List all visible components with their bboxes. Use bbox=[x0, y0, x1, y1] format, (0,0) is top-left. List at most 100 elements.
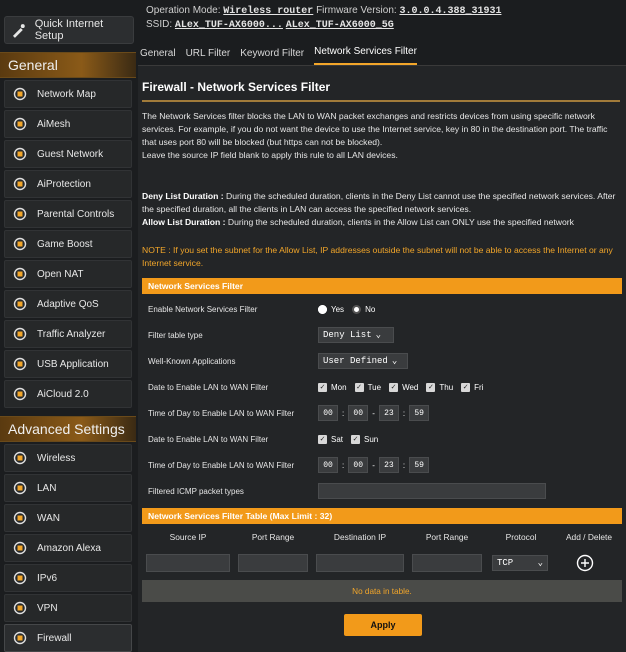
checkbox-fri[interactable]: ✓ bbox=[461, 382, 471, 392]
sidebar-item-label: Parental Controls bbox=[37, 208, 115, 220]
sidebar-item-label: IPv6 bbox=[37, 572, 58, 584]
tab-network-services-filter[interactable]: Network Services Filter bbox=[314, 46, 417, 65]
apps-select[interactable]: User Defined ⌄ bbox=[318, 353, 408, 369]
weekday-date-label: Date to Enable LAN to WAN Filter bbox=[148, 382, 269, 392]
sidebar-item-label: Guest Network bbox=[37, 148, 104, 160]
icmp-label: Filtered ICMP packet types bbox=[148, 486, 244, 496]
firmware-link[interactable]: 3.0.0.4.388_31931 bbox=[399, 6, 501, 17]
quick-internet-setup-button[interactable]: Quick Internet Setup bbox=[4, 16, 134, 44]
wireless-icon bbox=[13, 451, 27, 465]
tab-url-filter[interactable]: URL Filter bbox=[186, 48, 231, 65]
enable-filter-label: Enable Network Services Filter bbox=[148, 304, 258, 314]
usb-app-icon bbox=[13, 357, 27, 371]
sidebar-item-ipv6[interactable]: IPv6 bbox=[4, 564, 132, 592]
weekend-start-minute-input[interactable]: 00 bbox=[348, 457, 369, 473]
allow-duration-label: Allow List Duration : bbox=[142, 217, 226, 227]
sidebar-item-label: Game Boost bbox=[37, 238, 93, 250]
sidebar-item-adaptive-qos[interactable]: Adaptive QoS bbox=[4, 290, 132, 318]
weekday-end-hour-input[interactable]: 23 bbox=[378, 405, 399, 421]
time-colon: : bbox=[402, 460, 406, 470]
filter-type-label: Filter table type bbox=[148, 330, 203, 340]
weekend-end-minute-input[interactable]: 59 bbox=[409, 457, 430, 473]
icmp-input[interactable] bbox=[318, 483, 546, 499]
sidebar-item-network-map[interactable]: Network Map bbox=[4, 80, 132, 108]
title-divider bbox=[142, 100, 620, 102]
sidebar-item-wireless[interactable]: Wireless bbox=[4, 444, 132, 472]
sidebar-item-aiprotection[interactable]: AiProtection bbox=[4, 170, 132, 198]
sidebar-item-parental-controls[interactable]: Parental Controls bbox=[4, 200, 132, 228]
protocol-select[interactable]: TCP ⌄ bbox=[492, 555, 548, 571]
weekend-start-hour-input[interactable]: 00 bbox=[318, 457, 338, 473]
sidebar-item-traffic-analyzer[interactable]: Traffic Analyzer bbox=[4, 320, 132, 348]
enable-no-label: No bbox=[365, 304, 376, 314]
destination-ip-input[interactable] bbox=[316, 554, 404, 572]
network-map-icon bbox=[13, 87, 27, 101]
time-colon: : bbox=[342, 408, 345, 418]
checkbox-tue[interactable]: ✓ bbox=[354, 382, 364, 392]
checkbox-thu[interactable]: ✓ bbox=[426, 382, 436, 392]
source-port-input[interactable] bbox=[238, 554, 308, 572]
sidebar-item-wan[interactable]: WAN bbox=[4, 504, 132, 532]
ssid-5g-link[interactable]: ALex_TUF-AX6000_5G bbox=[286, 20, 394, 31]
operation-mode-link[interactable]: Wireless router bbox=[223, 6, 313, 17]
weekday-time-label: Time of Day to Enable LAN to WAN Filter bbox=[148, 408, 295, 418]
apply-button[interactable]: Apply bbox=[344, 614, 422, 636]
checkbox-sun[interactable]: ✓ bbox=[351, 434, 361, 444]
table-input-row: TCP ⌄ bbox=[142, 550, 622, 576]
enable-yes-radio[interactable] bbox=[318, 304, 327, 314]
sidebar-item-vpn[interactable]: VPN bbox=[4, 594, 132, 622]
weekday-end-minute-input[interactable]: 59 bbox=[409, 405, 430, 421]
add-rule-icon[interactable] bbox=[576, 554, 594, 572]
enable-yes-label: Yes bbox=[331, 304, 345, 314]
deny-duration-label: Deny List Duration : bbox=[142, 191, 224, 201]
sidebar-item-guest-network[interactable]: Guest Network bbox=[4, 140, 132, 168]
enable-filter-row: Enable Network Services Filter Yes No bbox=[142, 296, 622, 322]
weekend-end-hour-input[interactable]: 23 bbox=[378, 457, 399, 473]
filter-type-select[interactable]: Deny List ⌄ bbox=[318, 327, 394, 343]
nat-icon bbox=[13, 267, 27, 281]
day-label: Tue bbox=[367, 382, 382, 392]
sidebar-item-label: LAN bbox=[37, 482, 57, 494]
chevron-down-icon: ⌄ bbox=[375, 330, 382, 340]
firmware-label: Firmware Version: bbox=[316, 5, 397, 16]
allow-duration-text: During the scheduled duration, clients i… bbox=[225, 217, 574, 227]
tab-keyword-filter[interactable]: Keyword Filter bbox=[240, 48, 304, 65]
main-panel: General URL Filter Keyword Filter Networ… bbox=[138, 42, 626, 652]
table-section-header: Network Services Filter Table (Max Limit… bbox=[142, 508, 622, 524]
qos-icon bbox=[13, 297, 27, 311]
duration-description: Deny List Duration : During the schedule… bbox=[142, 190, 622, 229]
sidebar-item-amazon-alexa[interactable]: Amazon Alexa bbox=[4, 534, 132, 562]
tab-general[interactable]: General bbox=[140, 48, 176, 65]
ssid-24-link[interactable]: ALex_TUF-AX6000... bbox=[175, 20, 283, 31]
checkbox-sat[interactable]: ✓ bbox=[318, 434, 327, 444]
top-header: Quick Internet Setup Operation Mode: Wir… bbox=[0, 0, 626, 44]
destination-port-input[interactable] bbox=[412, 554, 482, 572]
weekday-start-hour-input[interactable]: 00 bbox=[318, 405, 338, 421]
cloud-icon bbox=[13, 387, 27, 401]
enable-no-radio[interactable] bbox=[352, 304, 362, 314]
sidebar-item-firewall[interactable]: Firewall bbox=[4, 624, 132, 652]
sidebar-item-label: Firewall bbox=[37, 632, 72, 644]
checkbox-wed[interactable]: ✓ bbox=[389, 382, 399, 392]
description-main: The Network Services filter blocks the L… bbox=[142, 111, 608, 147]
weekend-checkboxes: ✓ Sat ✓ Sun bbox=[318, 434, 382, 444]
sidebar-item-aicloud-2-0[interactable]: AiCloud 2.0 bbox=[4, 380, 132, 408]
weekday-start-minute-input[interactable]: 00 bbox=[348, 405, 369, 421]
source-ip-input[interactable] bbox=[146, 554, 230, 572]
wizard-icon bbox=[12, 24, 25, 38]
sidebar-item-aimesh[interactable]: AiMesh bbox=[4, 110, 132, 138]
sidebar-item-game-boost[interactable]: Game Boost bbox=[4, 230, 132, 258]
sidebar-item-lan[interactable]: LAN bbox=[4, 474, 132, 502]
rocket-icon bbox=[13, 237, 27, 251]
status-info: Operation Mode: Wireless router Firmware… bbox=[146, 4, 501, 32]
globe-icon bbox=[13, 511, 27, 525]
chevron-down-icon: ⌄ bbox=[537, 558, 543, 568]
col-destination-ip: Destination IP bbox=[333, 532, 387, 542]
checkbox-mon[interactable]: ✓ bbox=[318, 382, 327, 392]
quick-internet-setup-label: Quick Internet Setup bbox=[34, 18, 104, 42]
sidebar-item-open-nat[interactable]: Open NAT bbox=[4, 260, 132, 288]
sidebar-item-label: USB Application bbox=[37, 358, 109, 370]
sidebar-item-label: AiProtection bbox=[37, 178, 91, 190]
vpn-icon bbox=[13, 601, 27, 615]
sidebar-item-usb-application[interactable]: USB Application bbox=[4, 350, 132, 378]
